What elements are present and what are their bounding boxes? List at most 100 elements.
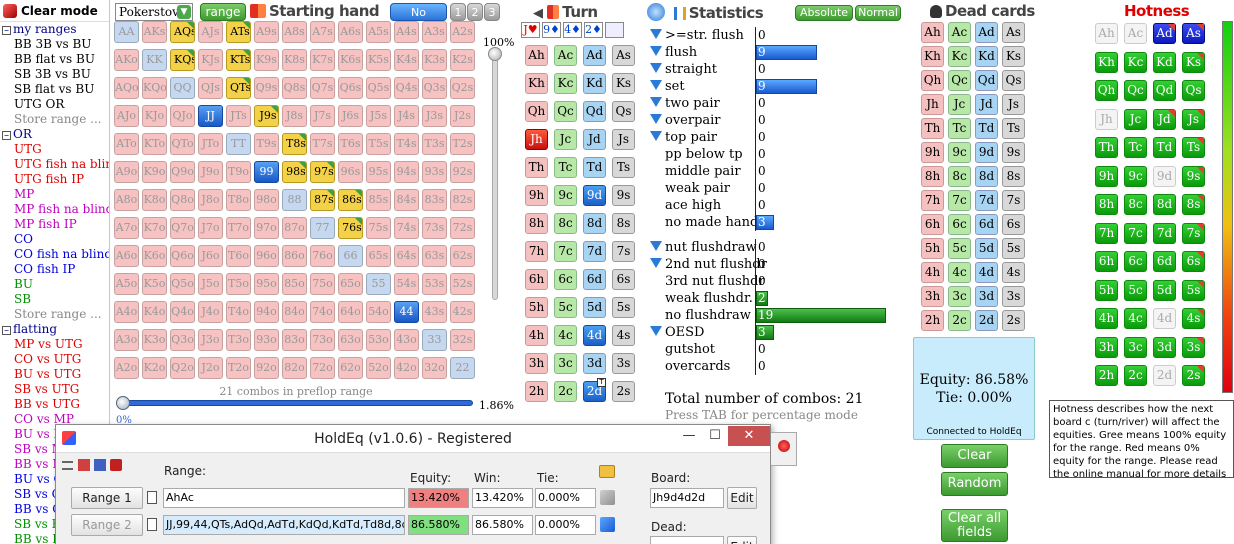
hand-cell[interactable]: K8o xyxy=(142,189,167,211)
hand-cell[interactable]: 64o xyxy=(338,301,363,323)
tree-group[interactable]: − OR xyxy=(0,127,109,142)
hotness-card[interactable]: Kd xyxy=(1153,51,1176,73)
hand-cell[interactable]: Q3o xyxy=(170,329,195,351)
turn-card[interactable]: Ts xyxy=(612,157,635,178)
hotness-card[interactable]: 9h xyxy=(1095,165,1118,187)
hotness-card[interactable]: Ad xyxy=(1153,23,1176,44)
tree-item[interactable]: SB vs UTG xyxy=(0,382,109,397)
no-weight-button[interactable]: No weight xyxy=(390,3,447,36)
tree-item[interactable]: MP fish na blind xyxy=(0,202,109,217)
hand-cell[interactable]: A8o xyxy=(114,189,139,211)
absolute-button[interactable]: Absolute xyxy=(795,5,853,21)
turn-card[interactable]: 2h xyxy=(525,381,548,402)
turn-card[interactable]: 6d xyxy=(583,269,606,290)
hand-cell[interactable]: 44 xyxy=(394,301,419,323)
dead-card[interactable]: 3h xyxy=(921,286,944,307)
image-icon[interactable] xyxy=(94,459,106,471)
hand-cell[interactable]: 98o xyxy=(254,189,279,211)
turn-card[interactable]: Qc xyxy=(554,101,577,122)
dead-card[interactable]: Ah xyxy=(921,22,944,43)
dead-card[interactable]: Jh xyxy=(921,94,944,115)
hand-cell[interactable]: T9o xyxy=(226,161,251,183)
hotness-card[interactable]: 8s xyxy=(1182,194,1205,215)
hand-cell[interactable]: 73o xyxy=(310,329,335,351)
collapse-icon[interactable]: − xyxy=(2,131,11,140)
hotness-card[interactable]: 5s xyxy=(1182,279,1205,301)
hand-cell[interactable]: A9s xyxy=(254,21,279,43)
hand-cell[interactable]: K6o xyxy=(142,245,167,267)
hand-cell[interactable]: J8s xyxy=(282,105,307,127)
weight-2-button[interactable]: 2 xyxy=(467,3,483,21)
turn-card[interactable]: Jc xyxy=(554,129,577,150)
tree-item[interactable]: Store range ... xyxy=(0,307,109,322)
hand-cell[interactable]: J7o xyxy=(198,217,223,239)
turn-card[interactable]: 3d xyxy=(583,353,606,374)
percent-slider-handle[interactable] xyxy=(116,396,130,410)
hotness-card[interactable]: Kc xyxy=(1124,51,1147,73)
weight-slider[interactable] xyxy=(488,47,502,300)
turn-card[interactable]: Kh xyxy=(525,73,548,94)
dead-card[interactable]: 5h xyxy=(921,238,944,259)
hand-cell[interactable]: K3o xyxy=(142,329,167,351)
hand-cell[interactable]: 52o xyxy=(366,357,391,379)
turn-card[interactable]: Kc xyxy=(554,73,577,94)
hand-cell[interactable]: Q2s xyxy=(450,77,475,99)
hand-cell[interactable]: J3o xyxy=(198,329,223,351)
dead-card[interactable]: 8h xyxy=(921,166,944,187)
turn-card[interactable]: Qd xyxy=(583,101,606,122)
tree-item[interactable]: Store range ... xyxy=(0,112,109,127)
hand-cell[interactable]: K6s xyxy=(338,49,363,71)
tree-item[interactable]: BU vs UTG xyxy=(0,367,109,382)
dead-card[interactable]: Qd xyxy=(975,70,998,91)
hand-cell[interactable]: A6o xyxy=(114,245,139,267)
hand-cell[interactable]: Q7o xyxy=(170,217,195,239)
hand-cell[interactable]: A4s xyxy=(394,21,419,43)
clear-all-fields-button[interactable]: Clear all fields xyxy=(941,509,1008,542)
hotness-card[interactable]: 8c xyxy=(1124,194,1147,215)
dead-card[interactable]: Jc xyxy=(948,94,971,115)
stat-row[interactable]: middle pair 0 xyxy=(650,163,890,180)
hand-cell[interactable]: 63s xyxy=(422,245,447,267)
hand-cell[interactable]: 98s xyxy=(282,161,307,183)
hand-cell[interactable]: KJo xyxy=(142,105,167,127)
dead-card[interactable]: 9c xyxy=(948,142,971,163)
hand-cell[interactable]: J6o xyxy=(198,245,223,267)
stat-row[interactable]: 2nd nut flushdr 0 xyxy=(650,256,890,273)
record-icon[interactable] xyxy=(778,440,790,452)
normal-button[interactable]: Normal xyxy=(855,5,901,21)
hand-cell[interactable]: 53s xyxy=(422,273,447,295)
menu-icon[interactable] xyxy=(62,461,73,470)
hand-cell[interactable]: A3o xyxy=(114,329,139,351)
hotness-card[interactable]: 3s xyxy=(1182,336,1205,358)
hotness-card[interactable]: 4s xyxy=(1182,308,1205,329)
dead-card[interactable]: Tc xyxy=(948,118,971,139)
turn-card[interactable]: 8s xyxy=(612,213,635,234)
dead-card[interactable]: 2s xyxy=(1002,310,1025,331)
copy-icon[interactable] xyxy=(147,518,157,531)
dead-card[interactable]: Js xyxy=(1002,94,1025,115)
hotness-card[interactable]: 3h xyxy=(1095,336,1118,358)
dead-card[interactable]: 5c xyxy=(948,238,971,259)
tree-item[interactable]: UTG OR xyxy=(0,97,109,112)
turn-board-slot[interactable]: J♥ xyxy=(521,22,540,38)
hotness-card[interactable]: Qh xyxy=(1095,80,1118,101)
hand-cell[interactable]: Q5o xyxy=(170,273,195,295)
turn-card[interactable]: 3h xyxy=(525,353,548,374)
hand-cell[interactable]: 96o xyxy=(254,245,279,267)
tree-item[interactable]: CO vs UTG xyxy=(0,352,109,367)
hotness-card[interactable]: 4h xyxy=(1095,308,1118,329)
dead-card[interactable]: Ac xyxy=(948,22,971,43)
stat-row[interactable]: two pair 0 xyxy=(650,95,890,112)
turn-card[interactable]: Ac xyxy=(554,45,577,66)
hand-cell[interactable]: Q2o xyxy=(170,357,195,379)
hotness-card[interactable]: 5d xyxy=(1153,279,1176,301)
filter-icon[interactable] xyxy=(650,63,662,73)
collapse-icon[interactable]: − xyxy=(2,326,11,335)
tree-item[interactable]: BU xyxy=(0,277,109,292)
filter-icon[interactable] xyxy=(650,80,662,90)
hotness-card[interactable]: 6c xyxy=(1124,251,1147,272)
dead-card[interactable]: Ad xyxy=(975,22,998,43)
hand-cell[interactable]: 97s xyxy=(310,161,335,183)
hotness-card[interactable]: 6s xyxy=(1182,251,1205,272)
hand-cell[interactable]: K2o xyxy=(142,357,167,379)
